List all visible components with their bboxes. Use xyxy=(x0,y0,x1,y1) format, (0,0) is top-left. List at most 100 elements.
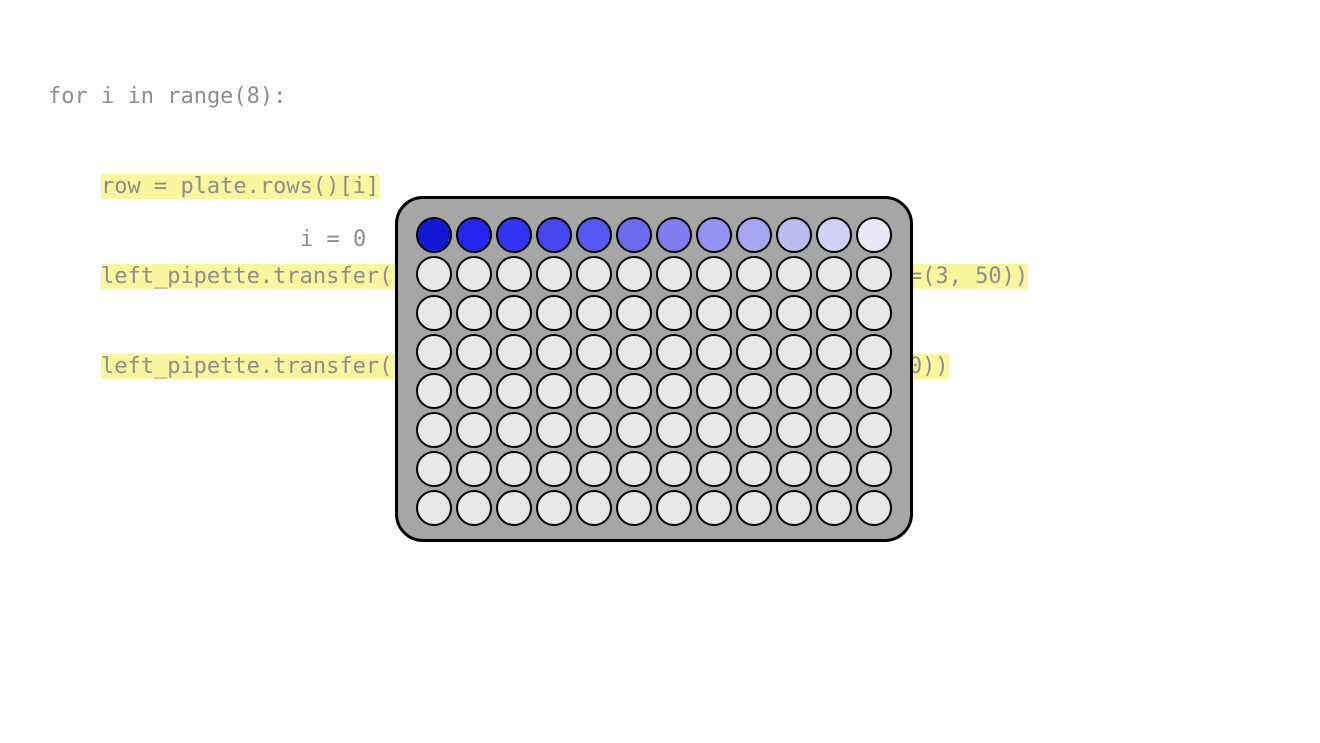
well xyxy=(816,334,852,370)
well xyxy=(776,334,812,370)
well xyxy=(656,412,692,448)
well xyxy=(576,334,612,370)
well-grid xyxy=(414,215,894,527)
well xyxy=(576,412,612,448)
well xyxy=(616,451,652,487)
well xyxy=(616,334,652,370)
well xyxy=(496,451,532,487)
well xyxy=(616,373,652,409)
well xyxy=(416,334,452,370)
well xyxy=(736,295,772,331)
well xyxy=(656,334,692,370)
well xyxy=(696,334,732,370)
well xyxy=(496,373,532,409)
well xyxy=(416,256,452,292)
well xyxy=(456,490,492,526)
well xyxy=(776,295,812,331)
well xyxy=(816,412,852,448)
well xyxy=(816,373,852,409)
well xyxy=(416,295,452,331)
well xyxy=(776,256,812,292)
code-line-1: for i in range(8): xyxy=(48,82,1028,112)
well xyxy=(616,217,652,253)
well xyxy=(736,490,772,526)
well xyxy=(576,256,612,292)
well xyxy=(496,295,532,331)
well xyxy=(656,451,692,487)
well xyxy=(456,295,492,331)
well xyxy=(456,217,492,253)
well xyxy=(856,256,892,292)
well xyxy=(656,490,692,526)
well xyxy=(816,451,852,487)
well xyxy=(416,412,452,448)
well xyxy=(616,490,652,526)
well xyxy=(696,217,732,253)
well xyxy=(696,451,732,487)
well xyxy=(536,373,572,409)
well xyxy=(856,412,892,448)
well xyxy=(856,451,892,487)
well xyxy=(536,334,572,370)
well xyxy=(656,295,692,331)
well xyxy=(736,412,772,448)
well xyxy=(536,490,572,526)
well xyxy=(696,490,732,526)
well xyxy=(576,490,612,526)
well xyxy=(696,412,732,448)
well xyxy=(416,217,452,253)
well xyxy=(616,295,652,331)
well xyxy=(416,490,452,526)
well xyxy=(416,373,452,409)
well xyxy=(576,295,612,331)
well xyxy=(696,256,732,292)
well-plate-96 xyxy=(395,196,913,542)
well xyxy=(856,373,892,409)
well xyxy=(856,217,892,253)
well xyxy=(816,256,852,292)
well xyxy=(696,373,732,409)
iteration-label: i = 0 xyxy=(300,227,366,252)
well xyxy=(656,256,692,292)
well xyxy=(856,295,892,331)
well xyxy=(496,334,532,370)
well xyxy=(456,373,492,409)
well xyxy=(496,412,532,448)
well xyxy=(536,217,572,253)
well xyxy=(496,256,532,292)
well xyxy=(816,295,852,331)
well xyxy=(696,295,732,331)
well xyxy=(496,217,532,253)
well xyxy=(656,373,692,409)
well xyxy=(576,451,612,487)
well xyxy=(536,256,572,292)
well xyxy=(616,412,652,448)
well xyxy=(496,490,532,526)
well xyxy=(736,256,772,292)
well xyxy=(536,451,572,487)
well xyxy=(456,412,492,448)
well xyxy=(776,373,812,409)
plate-container xyxy=(395,196,913,542)
well xyxy=(776,217,812,253)
well xyxy=(856,334,892,370)
well xyxy=(816,217,852,253)
well xyxy=(456,334,492,370)
well xyxy=(736,373,772,409)
well xyxy=(576,373,612,409)
well xyxy=(856,490,892,526)
well xyxy=(536,412,572,448)
well xyxy=(416,451,452,487)
well xyxy=(736,217,772,253)
well xyxy=(576,217,612,253)
well xyxy=(776,451,812,487)
well xyxy=(776,412,812,448)
well xyxy=(536,295,572,331)
well xyxy=(656,217,692,253)
well xyxy=(736,334,772,370)
well xyxy=(616,256,652,292)
well xyxy=(776,490,812,526)
well xyxy=(816,490,852,526)
well xyxy=(456,451,492,487)
well xyxy=(736,451,772,487)
